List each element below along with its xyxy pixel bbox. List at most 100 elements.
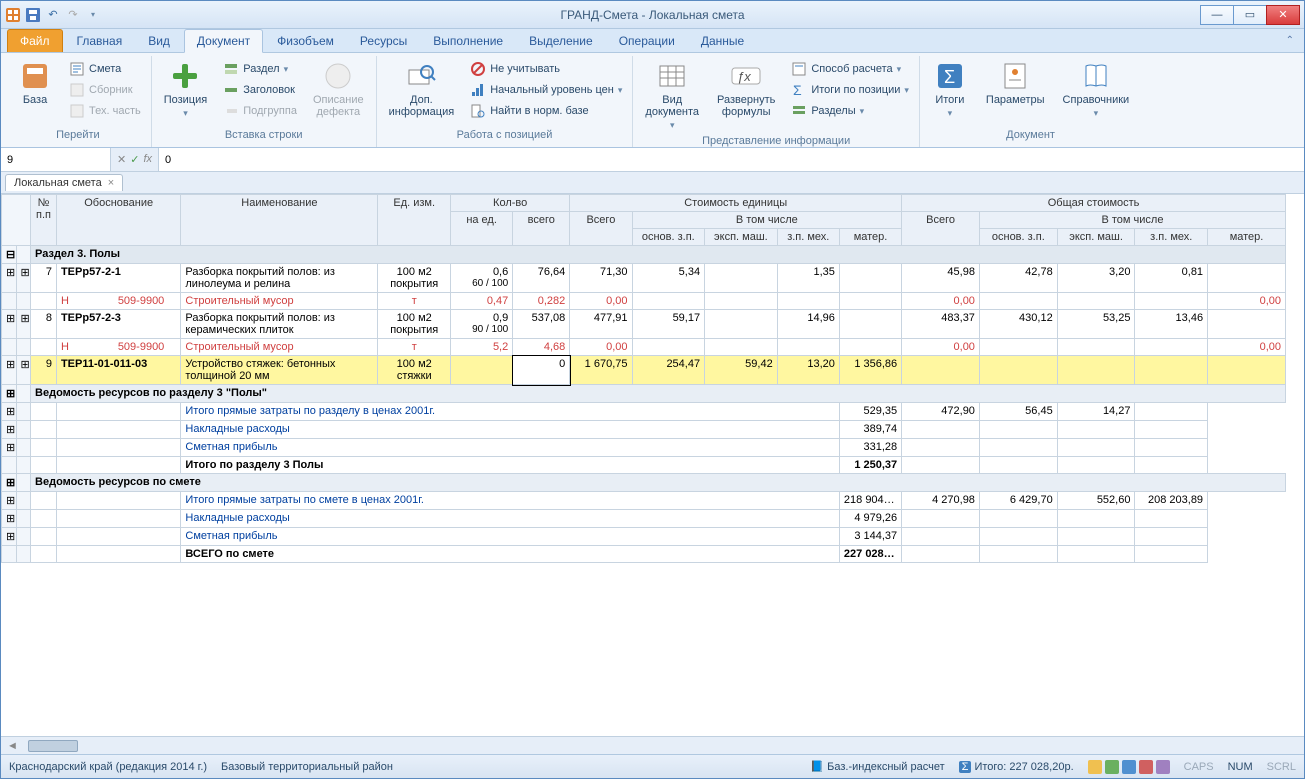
- vid-dokumenta-button[interactable]: Вид документа: [639, 58, 705, 133]
- baza-button[interactable]: База: [11, 58, 59, 108]
- razdel-button[interactable]: Раздел: [219, 60, 301, 78]
- plus-icon: [169, 60, 201, 92]
- tab-operacii[interactable]: Операции: [607, 30, 687, 52]
- cell-reference[interactable]: 9: [1, 148, 111, 171]
- ne-uchityvat-button[interactable]: Не учитывать: [466, 60, 626, 78]
- sposob-rascheta-button[interactable]: Способ расчета: [787, 60, 913, 78]
- razdely-button[interactable]: Разделы: [787, 102, 913, 120]
- formula-value[interactable]: 0: [158, 148, 1304, 171]
- status-icon-4[interactable]: [1139, 760, 1153, 774]
- grid-container[interactable]: № п.п Обоснование Наименование Ед. изм. …: [1, 194, 1304, 736]
- svg-text:Σ: Σ: [793, 82, 802, 98]
- tab-file[interactable]: Файл: [7, 29, 63, 52]
- naiti-norm-button[interactable]: Найти в норм. базе: [466, 102, 626, 120]
- table-row-selected: ⊞⊞ 9ТЕР11-01-011-03 Устройство стяжек: б…: [2, 356, 1286, 385]
- status-icon-2[interactable]: [1105, 760, 1119, 774]
- group-perejti-label: Перейти: [11, 127, 145, 145]
- book-small-icon: 📘: [810, 760, 824, 774]
- itogi-pozicii-button[interactable]: ΣИтоги по позиции: [787, 81, 913, 99]
- status-calc-type[interactable]: 📘Баз.-индексный расчет: [810, 760, 944, 774]
- ribbon: База Смета Сборник Тех. часть Перейти По…: [1, 53, 1304, 148]
- doc-tab-local-smeta[interactable]: Локальная смета×: [5, 174, 123, 191]
- ribbon-collapse-icon[interactable]: ⌃: [1286, 35, 1294, 46]
- table-row: ⊞Итого прямые затраты по смете в ценах 2…: [2, 492, 1286, 510]
- col-ed[interactable]: Ед. изм.: [378, 195, 451, 246]
- window-title: ГРАНД-Смета - Локальная смета: [1, 8, 1304, 22]
- status-region[interactable]: Краснодарский край (редакция 2014 г.): [9, 761, 207, 773]
- formula-accept-icon[interactable]: ✓: [130, 153, 139, 166]
- tab-resursy[interactable]: Ресурсы: [348, 30, 419, 52]
- status-icon-1[interactable]: [1088, 760, 1102, 774]
- calc-icon: [791, 61, 807, 77]
- col-vtom2[interactable]: В том числе: [979, 212, 1285, 229]
- table-row: Н 509-9900Строительный мусорт5,24,680,00…: [2, 339, 1286, 356]
- subsection-row: ⊞Ведомость ресурсов по смете: [2, 474, 1286, 492]
- baza-icon: [19, 60, 51, 92]
- col-vsego1[interactable]: всего: [513, 212, 570, 246]
- close-button[interactable]: ✕: [1266, 5, 1300, 25]
- tab-dannye[interactable]: Данные: [689, 30, 756, 52]
- params-icon: [999, 60, 1031, 92]
- qat-dropdown-icon[interactable]: ▾: [85, 7, 101, 23]
- formula-cancel-icon[interactable]: ✕: [117, 153, 126, 166]
- col-stedin[interactable]: Стоимость единицы: [570, 195, 902, 212]
- horizontal-scrollbar[interactable]: ◄: [1, 736, 1304, 754]
- maximize-button[interactable]: ▭: [1233, 5, 1267, 25]
- search-db-icon: [470, 103, 486, 119]
- tab-vydelenie[interactable]: Выделение: [517, 30, 605, 52]
- status-caps: CAPS: [1184, 761, 1214, 773]
- parametry-button[interactable]: Параметры: [980, 58, 1051, 108]
- zagolovok-icon: [223, 82, 239, 98]
- fx-label[interactable]: fx: [143, 153, 152, 166]
- titlebar: ↶ ↷ ▾ ГРАНД-Смета - Локальная смета — ▭ …: [1, 1, 1304, 29]
- forbidden-icon: [470, 61, 486, 77]
- spravochniki-button[interactable]: Справочники: [1057, 58, 1136, 121]
- poziciya-button[interactable]: Позиция: [158, 58, 214, 121]
- formula-bar: 9 ✕ ✓ fx 0: [1, 148, 1304, 172]
- opisanie-defekta-button: Описание дефекта: [307, 58, 370, 120]
- estimate-grid: № п.п Обоснование Наименование Ед. изм. …: [1, 194, 1286, 563]
- tab-dokument[interactable]: Документ: [184, 29, 263, 53]
- tab-vypolnenie[interactable]: Выполнение: [421, 30, 515, 52]
- col-obos[interactable]: Обоснование: [56, 195, 180, 246]
- qat-app-icon[interactable]: [5, 7, 21, 23]
- status-icons[interactable]: [1088, 760, 1170, 774]
- tab-glavnaya[interactable]: Главная: [65, 30, 135, 52]
- close-tab-icon[interactable]: ×: [108, 177, 114, 189]
- itogi-button[interactable]: ΣИтоги: [926, 58, 974, 121]
- ribbon-tabs: Файл Главная Вид Документ Физобъем Ресур…: [1, 29, 1304, 53]
- razvernut-formuly-button[interactable]: ƒxРазвернуть формулы: [711, 58, 781, 120]
- qat-redo-icon[interactable]: ↷: [65, 7, 81, 23]
- table-row: ⊞⊞ 8ТЕРр57-2-3 Разборка покрытий полов: …: [2, 310, 1286, 339]
- status-territory[interactable]: Базовый территориальный район: [221, 761, 393, 773]
- status-itogo[interactable]: ΣИтого: 227 028,20р.: [959, 761, 1074, 773]
- sbornik-button: Сборник: [65, 81, 145, 99]
- qat-undo-icon[interactable]: ↶: [45, 7, 61, 23]
- table-icon: [656, 60, 688, 92]
- status-icon-5[interactable]: [1156, 760, 1170, 774]
- smeta-button[interactable]: Смета: [65, 60, 145, 78]
- dop-info-button[interactable]: Доп. информация: [383, 58, 461, 120]
- col-obsh[interactable]: Общая стоимость: [902, 195, 1286, 212]
- col-naed[interactable]: на ед.: [451, 212, 513, 246]
- tech-chast-button: Тех. часть: [65, 102, 145, 120]
- zagolovok-button[interactable]: Заголовок: [219, 81, 301, 99]
- document-tabs: Локальная смета×: [1, 172, 1304, 194]
- col-num[interactable]: № п.п: [31, 195, 57, 246]
- col-vtom1[interactable]: В том числе: [632, 212, 902, 229]
- col-naim[interactable]: Наименование: [181, 195, 378, 246]
- nachal-uroven-button[interactable]: Начальный уровень цен: [466, 81, 626, 99]
- svg-text:ƒx: ƒx: [737, 69, 751, 84]
- sbornik-icon: [69, 82, 85, 98]
- subsection-row: ⊞Ведомость ресурсов по разделу 3 "Полы": [2, 385, 1286, 403]
- col-kolvo[interactable]: Кол-во: [451, 195, 570, 212]
- table-row: ⊞Накладные расходы4 979,26: [2, 510, 1286, 528]
- qat-save-icon[interactable]: [25, 7, 41, 23]
- minimize-button[interactable]: —: [1200, 5, 1234, 25]
- col-vsego2[interactable]: Всего: [570, 212, 632, 246]
- tab-vid[interactable]: Вид: [136, 30, 182, 52]
- tab-fizobem[interactable]: Физобъем: [265, 30, 346, 52]
- svg-text:Σ: Σ: [944, 67, 955, 87]
- status-icon-3[interactable]: [1122, 760, 1136, 774]
- col-vsego3[interactable]: Всего: [902, 212, 980, 246]
